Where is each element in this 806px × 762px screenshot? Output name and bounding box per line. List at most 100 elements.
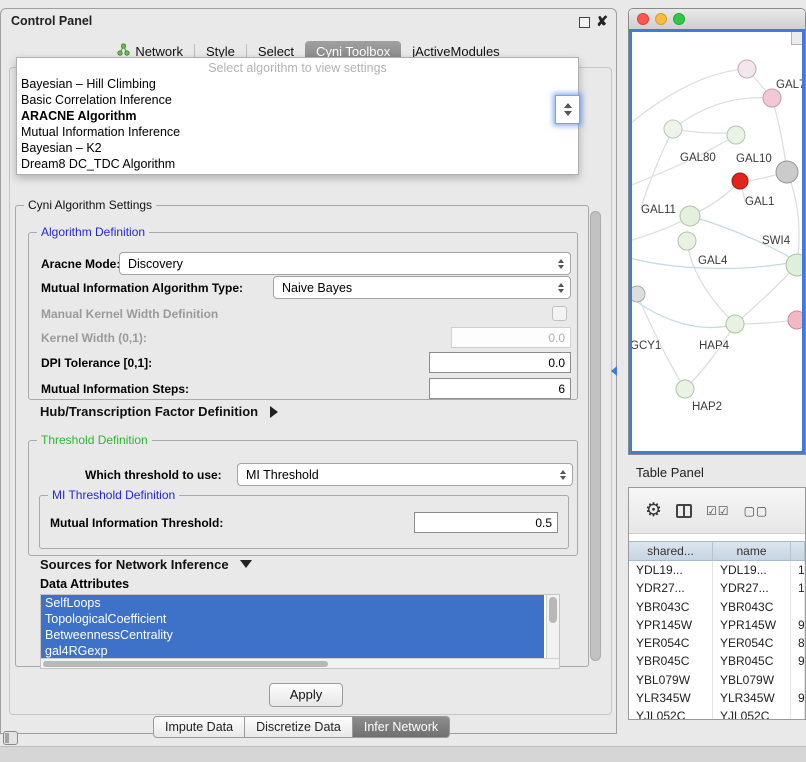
- network-node-label: GAL10: [736, 153, 772, 165]
- mi-algorithm-type-select[interactable]: Naive Bayes: [273, 276, 571, 299]
- table-row[interactable]: YJL052CYJL052C: [629, 707, 805, 720]
- aracne-mode-select[interactable]: Discovery: [119, 252, 571, 275]
- table-row[interactable]: YDL19...YDL19...13: [629, 561, 805, 579]
- split-pane-handle[interactable]: [611, 366, 617, 376]
- hub-section-toggle[interactable]: Hub/Transcription Factor Definition: [40, 404, 278, 419]
- table-toolbar: ⚙ ☑☑ ▢▢: [629, 488, 805, 534]
- which-threshold-select[interactable]: MI Threshold: [237, 463, 573, 486]
- aracne-mode-label: Aracne Mode:: [41, 257, 120, 271]
- zoom-traffic-light[interactable]: [673, 13, 685, 25]
- network-node[interactable]: [680, 206, 700, 226]
- table-cell: YLR345W: [629, 689, 713, 707]
- unchecked-boxes-icon[interactable]: ▢▢: [744, 504, 769, 518]
- network-node-label: GAL4: [698, 255, 728, 267]
- list-item[interactable]: TopologicalCoefficient: [41, 611, 544, 627]
- tab-discretize-data[interactable]: Discretize Data: [245, 716, 353, 738]
- table-cell: YLR345W: [713, 689, 791, 707]
- view-scrollbar-corner[interactable]: [791, 32, 802, 45]
- network-canvas[interactable]: GAL7GAL80GAL10GAL11GAL1SWI4GAL4GCY1HAP4H…: [629, 29, 805, 454]
- which-threshold-label: Which threshold to use:: [85, 468, 222, 482]
- table-row[interactable]: YLR345WYLR345W9.: [629, 689, 805, 707]
- stepper-arrows-icon: [560, 470, 566, 480]
- algorithm-definition-title: Algorithm Definition: [37, 225, 149, 239]
- column-header-clipped[interactable]: [791, 542, 805, 560]
- network-node-label: GCY1: [632, 340, 661, 352]
- table-cell: YBR045C: [713, 652, 791, 670]
- stepper-arrows-icon: [558, 259, 564, 269]
- network-node[interactable]: [786, 254, 804, 276]
- table-cell: YER054C: [629, 634, 713, 652]
- table-cell: YPR145W: [713, 616, 791, 634]
- network-node-label: HAP2: [692, 401, 722, 413]
- table-row[interactable]: YBR045CYBR045C9.: [629, 652, 805, 670]
- table-cell: [791, 671, 805, 689]
- network-node[interactable]: [632, 286, 645, 302]
- checked-boxes-icon[interactable]: ☑☑: [706, 504, 730, 518]
- network-node[interactable]: [664, 120, 682, 138]
- list-item[interactable]: SelfLoops: [41, 595, 544, 611]
- mi-steps-field[interactable]: 6: [429, 378, 571, 399]
- table-row[interactable]: YBL079WYBL079W: [629, 671, 805, 689]
- network-node[interactable]: [726, 315, 744, 333]
- stepper-arrows-icon: [558, 283, 564, 293]
- control-panel-window: Control Panel ✘ Network Style Se: [0, 8, 617, 734]
- list-item[interactable]: gal4RGexp: [41, 643, 544, 659]
- tab-impute-data[interactable]: Impute Data: [153, 716, 245, 738]
- list-horizontal-scrollbar[interactable]: [41, 658, 559, 668]
- mi-threshold-label: Mutual Information Threshold:: [50, 516, 223, 530]
- dropdown-option[interactable]: Basic Correlation Inference: [17, 92, 578, 108]
- manual-kernel-label: Manual Kernel Width Definition: [41, 307, 218, 321]
- apply-button[interactable]: Apply: [269, 683, 343, 707]
- tab-infer-network[interactable]: Infer Network: [353, 716, 450, 738]
- gear-icon[interactable]: ⚙: [645, 501, 662, 521]
- table-cell: 9.: [791, 652, 805, 670]
- list-item[interactable]: BetweennessCentrality: [41, 627, 544, 643]
- table-panel-title: Table Panel: [636, 465, 704, 480]
- network-node[interactable]: [776, 161, 798, 183]
- panel-dock-icon[interactable]: [3, 731, 18, 745]
- kernel-width-field: 0.0: [451, 327, 571, 348]
- table-body: YDL19...YDL19...13YDR27...YDR27...12YBR0…: [629, 561, 805, 719]
- table-cell: [791, 707, 805, 720]
- table-row[interactable]: YBR043CYBR043C: [629, 598, 805, 616]
- mi-steps-label: Mutual Information Steps:: [41, 382, 189, 396]
- close-traffic-light[interactable]: [637, 13, 649, 25]
- algorithm-dropdown-popup: Select algorithm to view settings Bayesi…: [16, 57, 579, 175]
- panel-scrollbar[interactable]: [590, 211, 601, 661]
- dropdown-option-selected[interactable]: ARACNE Algorithm: [17, 108, 578, 124]
- network-node[interactable]: [738, 60, 756, 78]
- table-cell: YJL052C: [713, 707, 791, 720]
- network-node[interactable]: [732, 173, 748, 189]
- close-icon[interactable]: ✘: [596, 12, 608, 30]
- column-header-shared[interactable]: shared...: [629, 542, 713, 560]
- sources-section-toggle[interactable]: Sources for Network Inference: [40, 557, 252, 572]
- dropdown-option[interactable]: Bayesian – K2: [17, 140, 578, 156]
- network-node[interactable]: [788, 311, 804, 329]
- control-panel-title: Control Panel: [11, 14, 92, 28]
- table-cell: YBL079W: [629, 671, 713, 689]
- columns-icon[interactable]: [676, 504, 692, 518]
- table-cell: YDR27...: [629, 579, 713, 597]
- network-window-titlebar[interactable]: [629, 9, 805, 30]
- sources-section-label: Sources for Network Inference: [40, 557, 229, 572]
- table-row[interactable]: YPR145WYPR145W9.: [629, 616, 805, 634]
- dropdown-option[interactable]: Mutual Information Inference: [17, 124, 578, 140]
- dropdown-option[interactable]: Bayesian – Hill Climbing: [17, 76, 578, 92]
- table-header-row: shared... name: [629, 541, 805, 561]
- dropdown-option[interactable]: Dream8 DC_TDC Algorithm: [17, 156, 578, 172]
- column-header-name[interactable]: name: [713, 542, 791, 560]
- data-attributes-label: Data Attributes: [40, 577, 129, 591]
- list-vertical-scrollbar[interactable]: [546, 595, 559, 658]
- algorithm-combobox-stepper[interactable]: [555, 95, 580, 124]
- minimize-traffic-light[interactable]: [655, 13, 667, 25]
- network-node[interactable]: [727, 126, 745, 144]
- table-row[interactable]: YER054CYER054C8.: [629, 634, 805, 652]
- mi-threshold-field[interactable]: 0.5: [414, 512, 558, 533]
- network-node[interactable]: [678, 232, 696, 250]
- float-window-icon[interactable]: [579, 17, 590, 28]
- network-node[interactable]: [676, 380, 694, 398]
- network-node[interactable]: [763, 89, 781, 107]
- dpi-tolerance-field[interactable]: 0.0: [429, 352, 571, 373]
- table-row[interactable]: YDR27...YDR27...12: [629, 579, 805, 597]
- network-node-label: HAP4: [699, 340, 730, 352]
